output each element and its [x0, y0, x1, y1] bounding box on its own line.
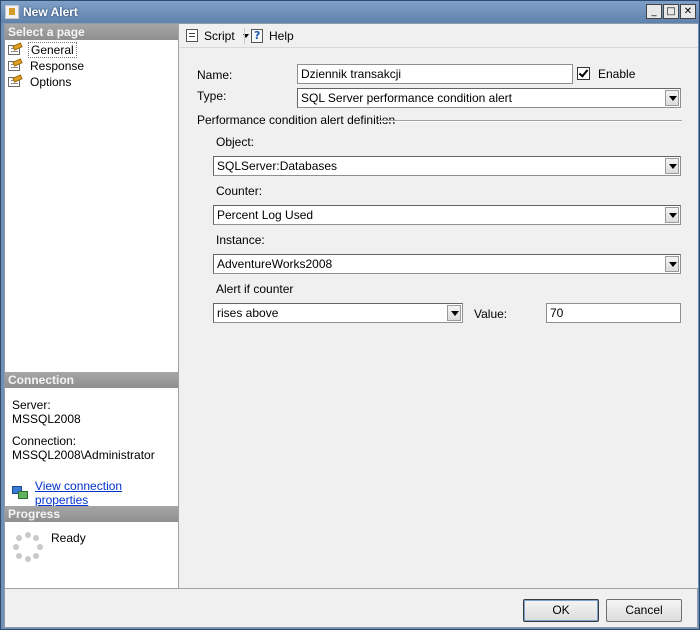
name-field[interactable]: Dziennik transakcji [297, 64, 573, 84]
progress-spinner-icon [13, 532, 43, 562]
page-item-label: General [28, 42, 77, 58]
page-settings-icon [7, 41, 23, 57]
counter-select[interactable]: Percent Log Used [213, 205, 681, 225]
script-icon [184, 28, 200, 43]
toolbar: Script Help [180, 24, 698, 48]
view-connection-properties[interactable]: View connection properties [12, 479, 178, 507]
page-settings-icon [7, 73, 23, 89]
select-page-header: Select a page [5, 24, 178, 40]
page-item-options[interactable]: Options [7, 73, 73, 90]
chevron-down-icon[interactable] [665, 256, 679, 272]
type-label: Type: [197, 89, 227, 103]
instance-label: Instance: [216, 233, 265, 247]
chevron-down-icon[interactable] [665, 158, 679, 174]
connection-label: Connection: [12, 434, 77, 448]
counter-label: Counter: [216, 184, 263, 198]
instance-select[interactable]: AdventureWorks2008 [213, 254, 681, 274]
script-button[interactable]: Script [184, 28, 249, 43]
app-icon [5, 5, 19, 19]
progress-status: Ready [51, 531, 86, 545]
help-icon [250, 28, 265, 44]
page-settings-icon [7, 57, 23, 73]
button-bar: OK Cancel [5, 588, 697, 627]
value-field[interactable]: 70 [546, 303, 681, 323]
connection-header: Connection [5, 372, 178, 388]
maximize-button[interactable]: □ [663, 4, 679, 19]
server-label: Server: [12, 398, 51, 412]
minimize-button[interactable]: _ [646, 4, 662, 19]
page-item-label: Response [30, 59, 85, 73]
page-item-label: Options [30, 75, 72, 89]
object-label: Object: [216, 135, 255, 149]
connection-panel: Server: MSSQL2008 Connection: MSSQL2008\… [5, 388, 178, 507]
checkmark-icon [578, 67, 589, 78]
server-value: MSSQL2008 [12, 412, 81, 426]
progress-header: Progress [5, 506, 178, 522]
type-select-value: SQL Server performance condition alert [301, 91, 512, 105]
left-pane: Select a page General Response Options C… [5, 24, 179, 588]
object-select[interactable]: SQLServer:Databases [213, 156, 681, 176]
script-label: Script [204, 28, 235, 43]
help-label: Help [269, 29, 294, 43]
right-pane: Script Help Name: Dziennik transakcji En… [180, 24, 698, 588]
connection-properties-icon [12, 486, 29, 500]
type-select[interactable]: SQL Server performance condition alert [297, 88, 681, 108]
value-label: Value: [474, 307, 508, 321]
dialog-client: Select a page General Response Options C… [4, 23, 698, 628]
new-alert-window: New Alert _ □ ✕ Select a page General Re… [0, 0, 700, 630]
page-item-general[interactable]: General [7, 41, 77, 58]
group-divider [378, 120, 682, 121]
chevron-down-icon[interactable] [665, 207, 679, 223]
name-label: Name: [197, 68, 233, 82]
counter-select-value: Percent Log Used [217, 208, 314, 222]
alert-if-label: Alert if counter [216, 282, 294, 296]
ok-button[interactable]: OK [523, 599, 599, 622]
page-list: General Response Options [5, 40, 178, 372]
instance-select-value: AdventureWorks2008 [217, 257, 333, 271]
chevron-down-icon[interactable] [665, 90, 679, 106]
progress-panel: Ready [5, 522, 178, 588]
enable-checkbox[interactable] [577, 67, 590, 80]
close-button[interactable]: ✕ [680, 4, 696, 19]
window-title: New Alert [23, 5, 78, 19]
enable-label: Enable [598, 67, 636, 81]
view-connection-properties-link[interactable]: View connection properties [35, 479, 178, 507]
title-bar[interactable]: New Alert _ □ ✕ [1, 1, 699, 23]
page-item-response[interactable]: Response [7, 57, 86, 74]
group-title: Performance condition alert definition [197, 113, 396, 127]
chevron-down-icon[interactable] [447, 305, 461, 321]
alert-if-select-value: rises above [217, 306, 279, 320]
toolbar-separator [244, 28, 245, 44]
object-select-value: SQLServer:Databases [217, 159, 338, 173]
connection-value: MSSQL2008\Administrator [12, 448, 155, 462]
help-button[interactable]: Help [250, 28, 294, 44]
cancel-button[interactable]: Cancel [606, 599, 682, 622]
alert-if-select[interactable]: rises above [213, 303, 463, 323]
